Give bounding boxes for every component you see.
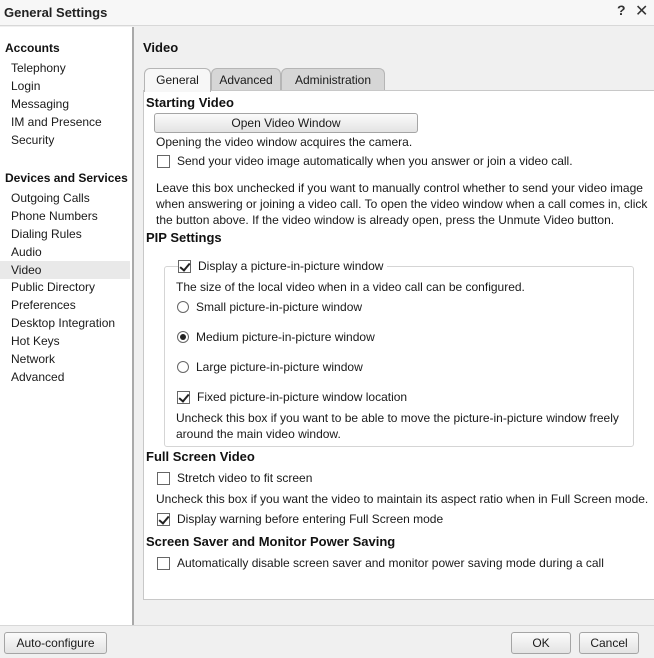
pip-size-large-radio[interactable] [177, 361, 189, 373]
tab-general[interactable]: General [144, 68, 211, 92]
fixed-pip-location-option[interactable]: Fixed picture-in-picture window location [177, 389, 407, 405]
settings-sidebar: Accounts Telephony Login Messaging IM an… [0, 27, 134, 625]
auto-configure-button[interactable]: Auto-configure [4, 632, 107, 654]
tab-administration[interactable]: Administration [281, 68, 385, 91]
sidebar-item-security[interactable]: Security [0, 131, 130, 149]
sidebar-header-devices-and-services: Devices and Services [5, 171, 128, 185]
pip-size-medium-option[interactable]: Medium picture-in-picture window [177, 329, 375, 345]
display-pip-checkbox[interactable] [178, 259, 191, 273]
ok-button[interactable]: OK [511, 632, 571, 654]
tab-advanced[interactable]: Advanced [211, 68, 281, 91]
fullscreen-warning-option[interactable]: Display warning before entering Full Scr… [157, 511, 443, 527]
sidebar-item-hot-keys[interactable]: Hot Keys [0, 332, 130, 350]
fixed-pip-help-line-2: around the main video window. [176, 427, 341, 441]
sidebar-item-outgoing-calls[interactable]: Outgoing Calls [0, 189, 130, 207]
sidebar-item-network[interactable]: Network [0, 350, 130, 368]
pip-size-note: The size of the local video when in a vi… [176, 280, 525, 294]
display-pip-label: Display a picture-in-picture window [198, 259, 384, 273]
sidebar-item-dialing-rules[interactable]: Dialing Rules [0, 225, 130, 243]
pip-size-medium-radio[interactable] [177, 331, 189, 343]
sidebar-item-im-and-presence[interactable]: IM and Presence [0, 113, 130, 131]
sidebar-item-video[interactable]: Video [0, 261, 130, 279]
close-icon[interactable]: ✕ [635, 1, 648, 21]
send-video-auto-option[interactable]: Send your video image automatically when… [157, 153, 573, 169]
stretch-video-checkbox[interactable] [157, 471, 170, 485]
disable-screensaver-checkbox[interactable] [157, 556, 170, 570]
section-title-screen-saver: Screen Saver and Monitor Power Saving [146, 534, 396, 549]
pip-size-small-option[interactable]: Small picture-in-picture window [177, 299, 362, 315]
page-title: Video [143, 40, 179, 55]
display-pip-option[interactable]: Display a picture-in-picture window [178, 258, 388, 274]
section-title-full-screen-video: Full Screen Video [146, 449, 255, 464]
window-title: General Settings [4, 5, 108, 20]
starting-video-help-line-3: the button above. If the video window is… [156, 213, 615, 227]
disable-screensaver-option[interactable]: Automatically disable screen saver and m… [157, 555, 604, 571]
sidebar-item-preferences[interactable]: Preferences [0, 296, 130, 314]
section-title-starting-video: Starting Video [146, 95, 234, 110]
title-bar: General Settings ? ✕ [0, 0, 654, 26]
sidebar-item-messaging[interactable]: Messaging [0, 95, 130, 113]
sidebar-item-telephony[interactable]: Telephony [0, 59, 130, 77]
general-tab-panel: Starting Video Open Video Window Opening… [143, 90, 654, 600]
section-title-pip-settings: PIP Settings [146, 230, 222, 245]
sidebar-item-phone-numbers[interactable]: Phone Numbers [0, 207, 130, 225]
sidebar-item-desktop-integration[interactable]: Desktop Integration [0, 314, 130, 332]
help-icon[interactable]: ? [617, 2, 626, 18]
pip-size-large-label: Large picture-in-picture window [196, 360, 363, 374]
pip-size-small-label: Small picture-in-picture window [196, 300, 363, 314]
fixed-pip-location-label: Fixed picture-in-picture window location [197, 390, 408, 404]
sidebar-item-advanced[interactable]: Advanced [0, 368, 130, 386]
pip-size-small-radio[interactable] [177, 301, 189, 313]
fullscreen-warning-checkbox[interactable] [157, 512, 170, 526]
starting-video-help-line-1: Leave this box unchecked if you want to … [156, 181, 643, 195]
fixed-pip-location-checkbox[interactable] [177, 390, 190, 404]
sidebar-header-accounts: Accounts [5, 41, 60, 55]
sidebar-item-audio[interactable]: Audio [0, 243, 130, 261]
stretch-video-option[interactable]: Stretch video to fit screen [157, 470, 312, 486]
open-video-window-button[interactable]: Open Video Window [154, 113, 418, 133]
sidebar-item-public-directory[interactable]: Public Directory [0, 278, 130, 296]
cancel-button[interactable]: Cancel [579, 632, 639, 654]
sidebar-item-login[interactable]: Login [0, 77, 130, 95]
camera-note: Opening the video window acquires the ca… [156, 135, 413, 149]
send-video-auto-checkbox[interactable] [157, 154, 170, 168]
stretch-video-label: Stretch video to fit screen [177, 471, 313, 485]
send-video-auto-label: Send your video image automatically when… [177, 154, 573, 168]
pip-size-large-option[interactable]: Large picture-in-picture window [177, 359, 363, 375]
fullscreen-warning-label: Display warning before entering Full Scr… [177, 512, 444, 526]
disable-screensaver-label: Automatically disable screen saver and m… [177, 556, 604, 570]
settings-main: Video General Advanced Administration St… [136, 27, 654, 625]
pip-size-medium-label: Medium picture-in-picture window [196, 330, 375, 344]
fixed-pip-help-line-1: Uncheck this box if you want to be able … [176, 411, 619, 425]
starting-video-help-line-2: when answering or joining a video call. … [156, 197, 648, 211]
dialog-footer: Auto-configure OK Cancel [0, 625, 654, 658]
stretch-video-help: Uncheck this box if you want the video t… [156, 492, 649, 506]
